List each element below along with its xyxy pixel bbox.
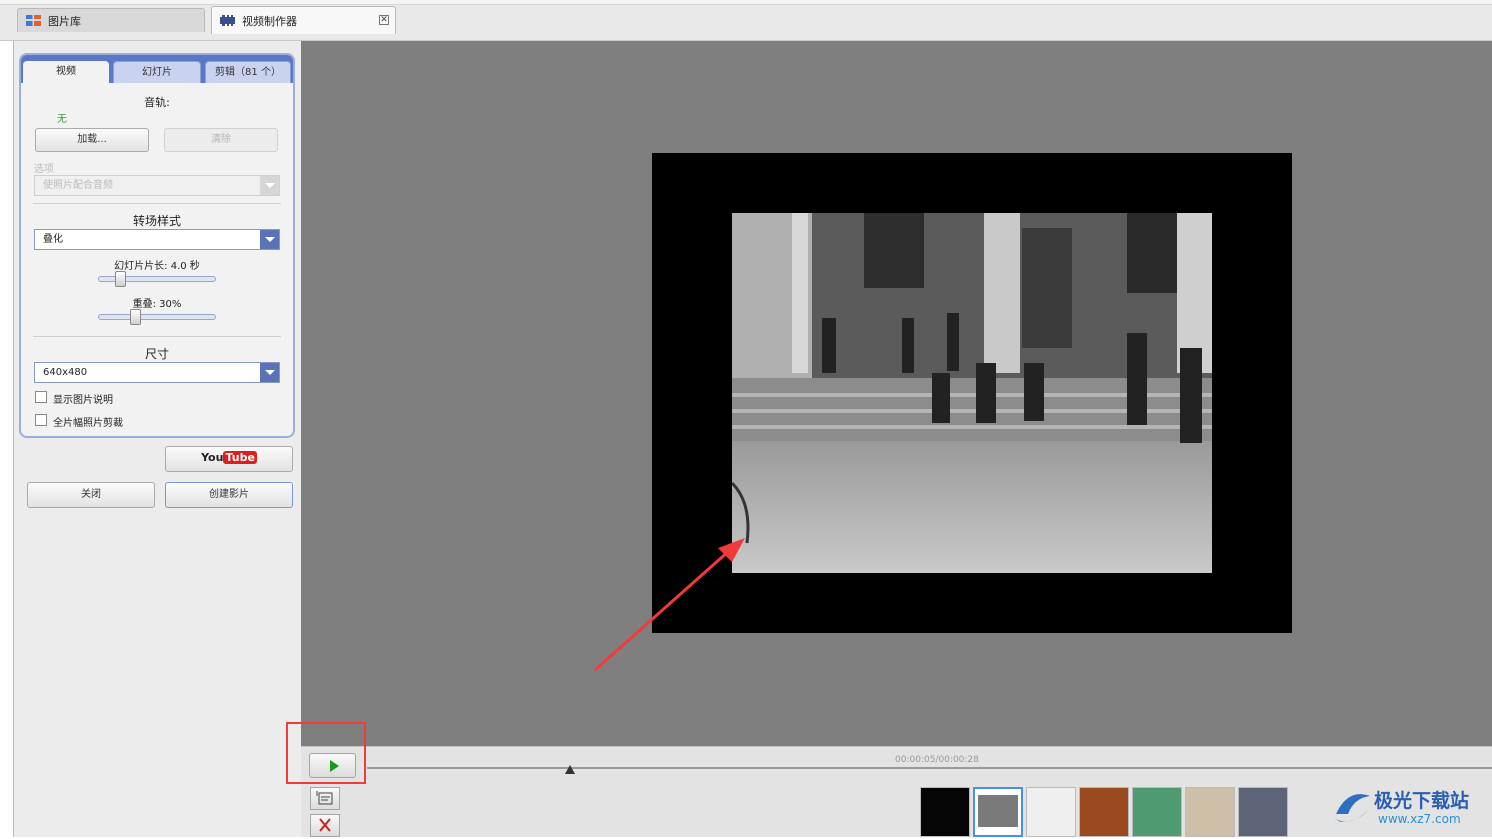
chevron-down-icon <box>260 176 279 195</box>
time-readout: 00:00:05/00:00:28 <box>895 755 979 765</box>
settings-panel: 视频 幻灯片 剪辑（81 个） 音轨: 无 加载... 清除 选项 使照片配合音… <box>19 53 295 438</box>
youtube-logo-tube: Tube <box>223 451 257 464</box>
close-tab-icon[interactable]: ✕ <box>379 15 389 25</box>
slider-thumb[interactable] <box>115 271 126 287</box>
size-select-value: 640x480 <box>43 367 88 378</box>
size-select[interactable]: 640x480 <box>34 362 280 383</box>
slider-thumb[interactable] <box>130 309 141 325</box>
tab-video-maker[interactable]: 视频制作器 ✕ <box>211 6 396 34</box>
film-icon <box>220 15 235 26</box>
audio-value: 无 <box>57 114 67 125</box>
close-button[interactable]: 关闭 <box>27 482 155 508</box>
tab-slideshow[interactable]: 幻灯片 <box>113 61 201 83</box>
photo-image <box>732 213 1212 573</box>
full-frame-label: 全片幅照片剪裁 <box>53 418 123 429</box>
show-captions-checkbox[interactable] <box>35 391 47 403</box>
chevron-down-icon <box>260 363 279 382</box>
size-label: 尺寸 <box>144 347 169 361</box>
annotation-arrow <box>594 538 745 672</box>
chevron-down-icon <box>260 230 279 249</box>
clear-audio-button[interactable]: 清除 <box>164 128 278 152</box>
watermark-title: 极光下载站 <box>1374 790 1470 812</box>
youtube-logo-you: You <box>201 451 224 464</box>
annotation-highlight-box <box>286 722 366 784</box>
tab-clips[interactable]: 剪辑（81 个） <box>205 61 291 83</box>
tab-photo-library[interactable]: 图片库 <box>17 8 205 32</box>
audio-label: 音轨: <box>144 96 170 109</box>
options-label: 选项 <box>34 164 54 175</box>
watermark-url: www.xz7.com <box>1378 812 1461 826</box>
filmstrip-thumb-beige-texture[interactable] <box>1185 787 1235 837</box>
preview-photo <box>732 213 1212 573</box>
filmstrip-thumb-title-slide[interactable] <box>920 787 970 837</box>
add-text-slide-button[interactable] <box>310 787 340 810</box>
options-select-value: 使照片配合音频 <box>43 180 113 191</box>
youtube-button[interactable]: You Tube <box>165 446 293 472</box>
filmstrip-thumb-green-texture[interactable] <box>1132 787 1182 837</box>
options-select[interactable]: 使照片配合音频 <box>34 175 280 196</box>
divider <box>33 336 281 337</box>
load-audio-button[interactable]: 加载... <box>35 128 149 152</box>
filmstrip-thumb-brown-texture[interactable] <box>1079 787 1129 837</box>
transition-select-value: 叠化 <box>43 234 63 245</box>
panel-tabs: 视频 幻灯片 剪辑（81 个） <box>21 55 293 83</box>
preview-area <box>301 41 1492 746</box>
filmstrip-thumb-white-texture[interactable] <box>1026 787 1076 837</box>
tab-video[interactable]: 视频 <box>23 61 109 83</box>
tab-label: 视频制作器 <box>242 14 297 28</box>
filmstrip-thumb-photo-slide[interactable] <box>973 787 1023 837</box>
timeline-track[interactable] <box>367 767 1492 769</box>
close-icon <box>319 818 331 832</box>
create-movie-button[interactable]: 创建影片 <box>165 482 293 508</box>
video-settings-sidebar: 视频 幻灯片 剪辑（81 个） 音轨: 无 加载... 清除 选项 使照片配合音… <box>13 41 301 837</box>
divider <box>33 203 281 204</box>
show-captions-label: 显示图片说明 <box>53 395 113 406</box>
delete-slide-button[interactable] <box>310 814 340 837</box>
filmstrip-thumb-blue-texture[interactable] <box>1238 787 1288 837</box>
transition-select[interactable]: 叠化 <box>34 229 280 250</box>
overlap-slider[interactable] <box>98 309 216 325</box>
playback-bar: 00:00:05/00:00:28 <box>301 746 1492 837</box>
slide-length-slider[interactable] <box>98 271 216 287</box>
window-tab-bar: 图片库 视频制作器 ✕ <box>0 0 1492 41</box>
transition-label: 转场样式 <box>132 214 181 228</box>
overlap-label: 重叠: 30% <box>132 299 182 310</box>
playhead-marker[interactable] <box>564 765 575 774</box>
full-frame-checkbox[interactable] <box>35 414 47 426</box>
top-edge <box>0 0 1492 5</box>
watermark: 极光下载站 www.xz7.com <box>1330 782 1490 832</box>
watermark-logo-icon <box>1334 794 1370 822</box>
slide-length-label: 幻灯片片长: 4.0 秒 <box>114 261 200 272</box>
tab-label: 图片库 <box>48 14 81 28</box>
text-slide-icon <box>316 791 333 805</box>
library-icon <box>26 15 41 26</box>
